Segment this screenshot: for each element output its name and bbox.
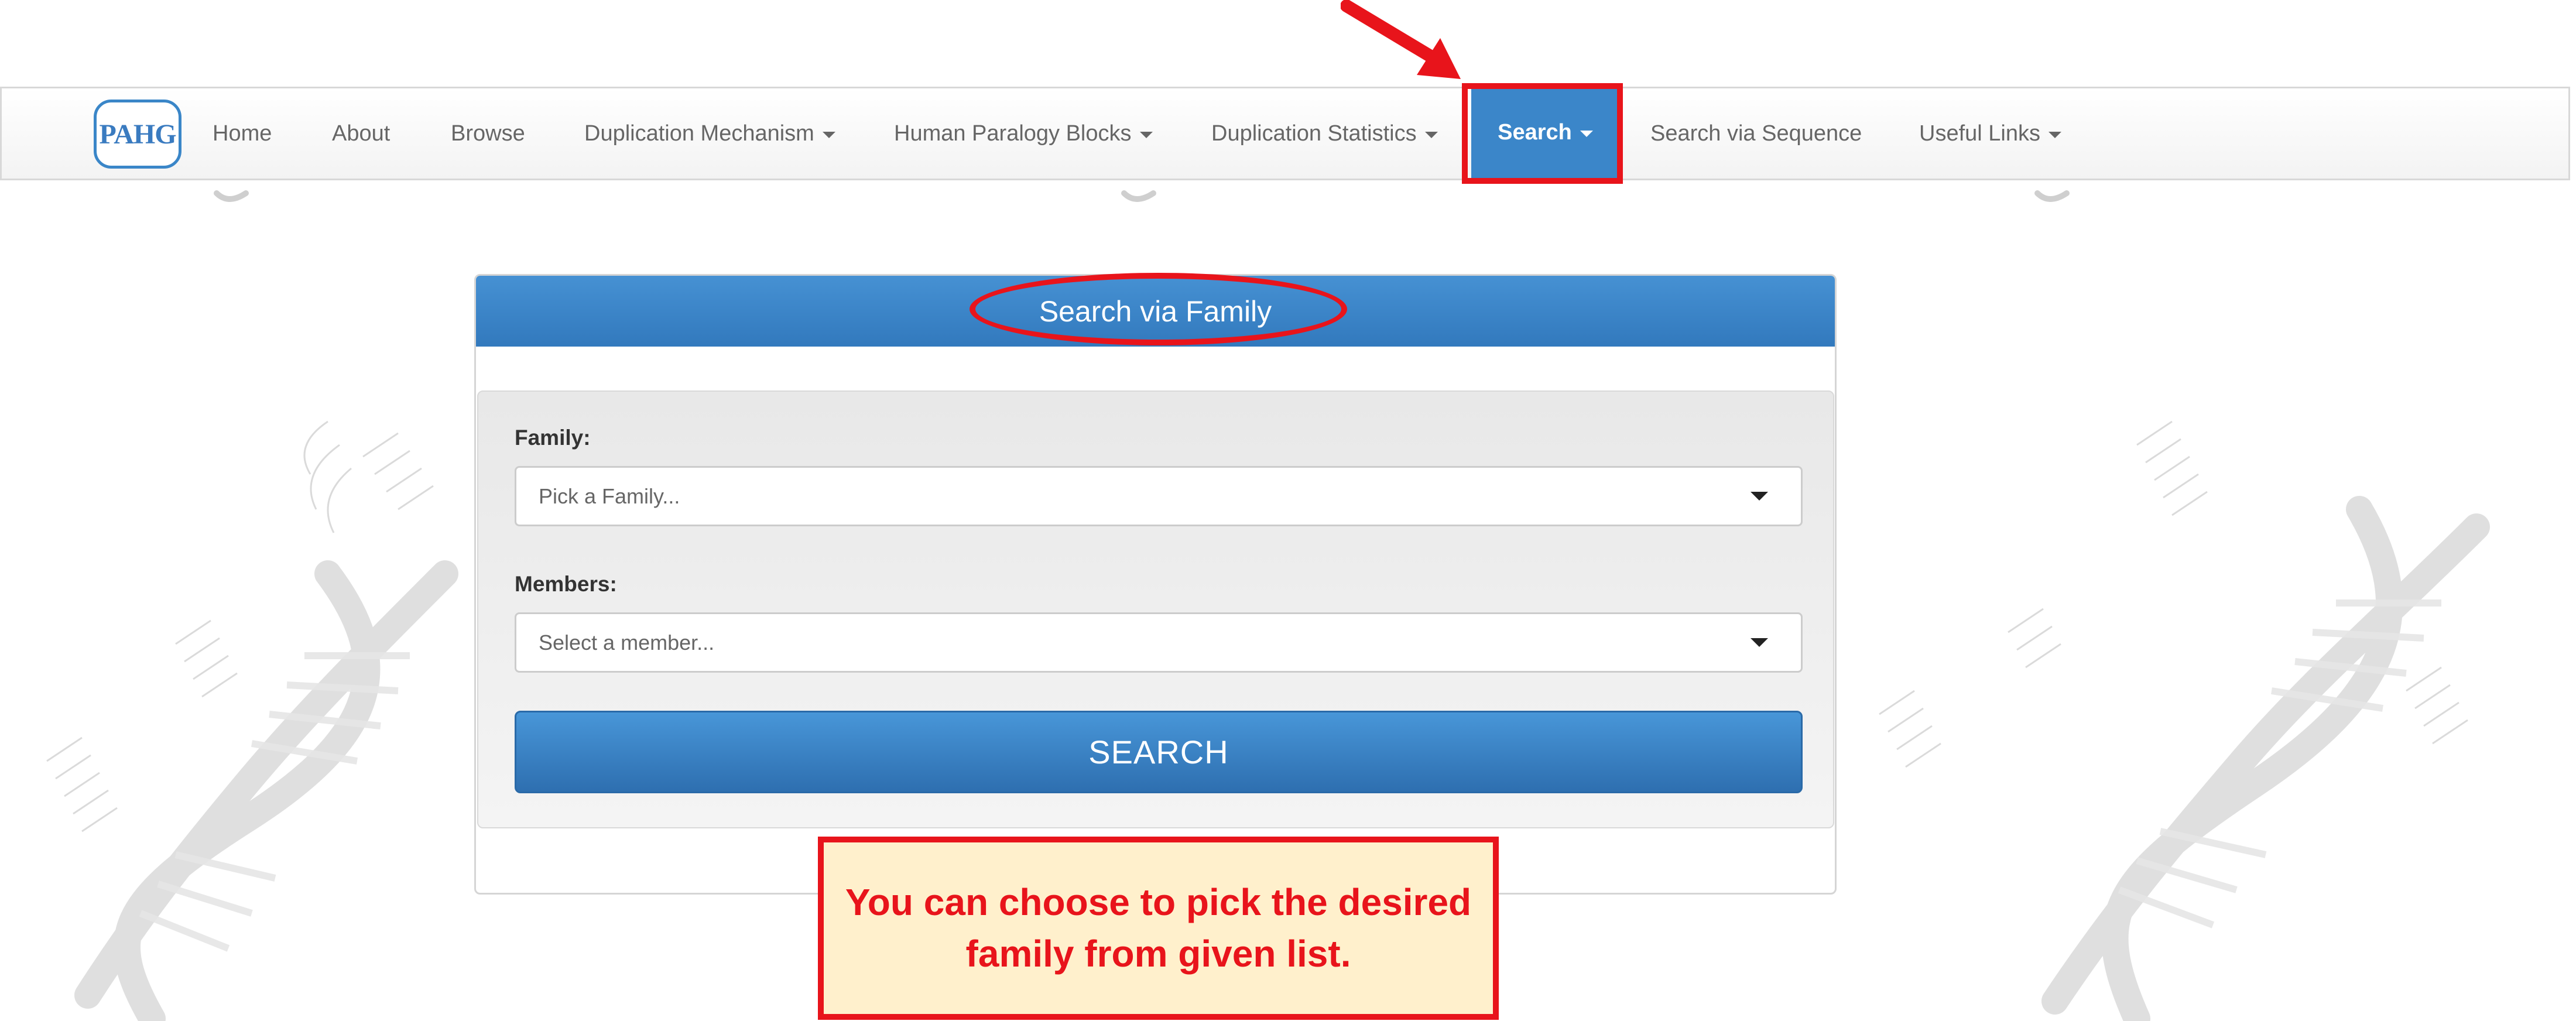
- annotation-callout: You can choose to pick the desired famil…: [818, 837, 1499, 1020]
- nav-item-search-via-sequence[interactable]: Search via Sequence: [1650, 88, 1862, 179]
- family-select[interactable]: Pick a Family...: [515, 466, 1803, 526]
- decorative-marks: [214, 190, 2070, 202]
- nav-item-duplication-statistics[interactable]: Duplication Statistics: [1211, 88, 1438, 179]
- nav-item-label: Home: [213, 121, 272, 146]
- search-button[interactable]: SEARCH: [515, 711, 1803, 793]
- nav-item-duplication-mechanism[interactable]: Duplication Mechanism: [584, 88, 835, 179]
- navbar: PAHG Home About Browse Duplication Mecha…: [0, 85, 2570, 180]
- nav-item-label: About: [332, 121, 390, 146]
- nav-item-about[interactable]: About: [332, 88, 390, 179]
- search-form: Family: Pick a Family... Members: Select…: [477, 390, 1834, 828]
- members-label: Members:: [515, 572, 617, 596]
- dna-background-left: [46, 420, 458, 1021]
- site-logo[interactable]: PAHG: [94, 100, 181, 169]
- nav-item-human-paralogy-blocks[interactable]: Human Paralogy Blocks: [894, 88, 1153, 179]
- caret-down-icon: [1424, 131, 1438, 138]
- logo-text: PAHG: [99, 118, 176, 150]
- nav-item-label: Duplication Statistics: [1211, 121, 1417, 146]
- nav-item-browse[interactable]: Browse: [451, 88, 525, 179]
- caret-down-icon: [1139, 131, 1153, 138]
- members-select-placeholder: Select a member...: [539, 630, 715, 655]
- page: PAHG Home About Browse Duplication Mecha…: [0, 0, 2576, 1021]
- title-highlight-ellipse: [970, 273, 1347, 345]
- search-nav-highlight-box: [1462, 83, 1623, 184]
- members-select[interactable]: Select a member...: [515, 612, 1803, 673]
- dropdown-arrow-icon: [1751, 492, 1768, 501]
- nav-item-useful-links[interactable]: Useful Links: [1919, 88, 2061, 179]
- search-button-label: SEARCH: [1088, 734, 1229, 770]
- search-panel: Search via Family Family: Pick a Family.…: [474, 274, 1837, 895]
- nav-item-label: Search via Sequence: [1650, 121, 1862, 146]
- caret-down-icon: [2048, 131, 2061, 138]
- dropdown-arrow-icon: [1751, 638, 1768, 647]
- dna-background-right: [1879, 420, 2490, 1021]
- nav-item-label: Useful Links: [1919, 121, 2040, 146]
- nav-item-home[interactable]: Home: [213, 88, 272, 179]
- caret-down-icon: [822, 131, 835, 138]
- callout-line-1: You can choose to pick the desired: [845, 881, 1472, 924]
- nav-item-label: Browse: [451, 121, 525, 146]
- family-select-placeholder: Pick a Family...: [539, 484, 680, 508]
- family-label: Family:: [515, 426, 591, 450]
- nav-item-label: Human Paralogy Blocks: [894, 121, 1132, 146]
- annotation-arrow-icon: [1341, 0, 1461, 79]
- nav-item-label: Duplication Mechanism: [584, 121, 814, 146]
- callout-line-2: family from given list.: [965, 932, 1351, 975]
